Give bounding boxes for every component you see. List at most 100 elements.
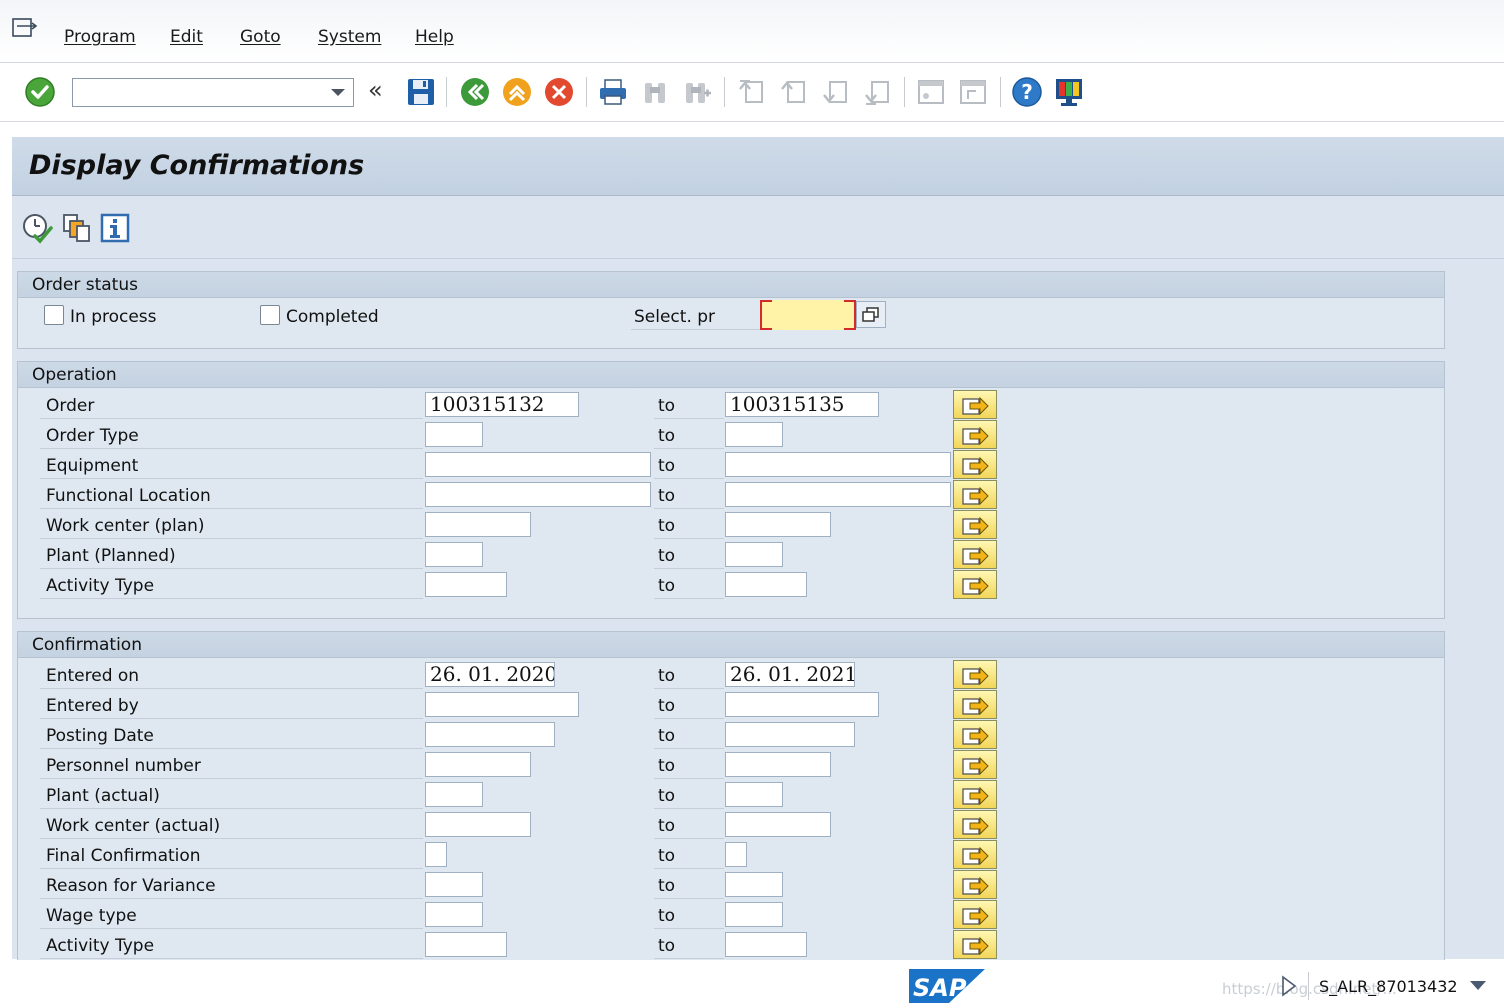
last-page-icon[interactable] xyxy=(860,75,894,109)
from-input[interactable] xyxy=(425,902,483,927)
first-page-icon[interactable] xyxy=(734,75,768,109)
back-icon[interactable] xyxy=(458,75,492,109)
menu-exit-icon[interactable] xyxy=(12,18,38,38)
from-input[interactable] xyxy=(425,452,651,477)
multiple-selection-button[interactable] xyxy=(953,540,997,569)
multiple-selection-button[interactable] xyxy=(953,840,997,869)
menu-system[interactable]: System xyxy=(318,27,381,47)
to-input[interactable] xyxy=(725,872,783,897)
to-input[interactable] xyxy=(725,512,831,537)
menu-goto[interactable]: Goto xyxy=(240,27,281,47)
multiple-selection-button[interactable] xyxy=(953,570,997,599)
to-input[interactable]: 100315135 xyxy=(725,392,879,417)
to-input[interactable] xyxy=(725,782,783,807)
from-input[interactable] xyxy=(425,872,483,897)
collapse-chevron-icon[interactable]: « xyxy=(368,76,383,104)
from-input[interactable] xyxy=(425,842,447,867)
selection-row: Functional Location to xyxy=(40,480,1190,510)
to-input[interactable] xyxy=(725,752,831,777)
execute-icon[interactable] xyxy=(20,211,54,245)
exit-icon[interactable] xyxy=(500,75,534,109)
multiple-selection-button[interactable] xyxy=(953,870,997,899)
completed-checkbox[interactable] xyxy=(260,305,280,325)
to-input[interactable] xyxy=(725,482,951,507)
in-process-checkbox[interactable] xyxy=(44,305,64,325)
from-input[interactable] xyxy=(425,752,531,777)
menu-help[interactable]: Help xyxy=(415,27,454,47)
from-input[interactable] xyxy=(425,782,483,807)
to-input[interactable] xyxy=(725,842,747,867)
from-input[interactable] xyxy=(425,482,651,507)
find-next-icon[interactable] xyxy=(680,75,714,109)
multiple-selection-button[interactable] xyxy=(953,690,997,719)
to-input[interactable] xyxy=(725,422,783,447)
create-session-icon[interactable] xyxy=(914,75,948,109)
row-label: Order xyxy=(46,396,95,416)
to-label: to xyxy=(658,516,676,536)
help-icon[interactable]: ? xyxy=(1010,75,1044,109)
toolbar-separator xyxy=(724,77,725,107)
multiple-selection-button[interactable] xyxy=(953,510,997,539)
cancel-icon[interactable] xyxy=(542,75,576,109)
menu-program[interactable]: Program xyxy=(64,27,136,47)
save-icon[interactable] xyxy=(404,75,438,109)
to-underline xyxy=(654,838,724,839)
multiple-selection-button[interactable] xyxy=(953,930,997,959)
to-underline xyxy=(654,508,724,509)
selection-row: Work center (plan) to xyxy=(40,510,1190,540)
from-input[interactable] xyxy=(425,512,531,537)
print-icon[interactable] xyxy=(596,75,630,109)
value-help-button[interactable] xyxy=(856,301,886,328)
enter-icon[interactable] xyxy=(23,75,57,109)
previous-page-icon[interactable] xyxy=(776,75,810,109)
to-input[interactable] xyxy=(725,812,831,837)
system-info-dropdown-icon[interactable] xyxy=(1470,981,1486,990)
program-documentation-icon[interactable] xyxy=(98,211,132,245)
multiple-selection-icon xyxy=(962,786,989,805)
multiple-selection-button[interactable] xyxy=(953,660,997,689)
command-field-dropdown-icon[interactable] xyxy=(331,89,345,96)
to-label: to xyxy=(658,666,676,686)
from-input[interactable]: 26. 01. 2020 xyxy=(425,662,555,687)
value-help-icon xyxy=(862,306,879,322)
sap-logo: SAP xyxy=(909,969,985,1003)
get-variant-icon[interactable] xyxy=(60,211,94,245)
next-page-icon[interactable] xyxy=(818,75,852,109)
find-icon[interactable] xyxy=(638,75,672,109)
to-input[interactable] xyxy=(725,722,855,747)
menu-edit[interactable]: Edit xyxy=(170,27,203,47)
to-underline xyxy=(654,448,724,449)
to-input[interactable]: 26. 01. 2021 xyxy=(725,662,855,687)
multiple-selection-button[interactable] xyxy=(953,420,997,449)
multiple-selection-button[interactable] xyxy=(953,750,997,779)
from-input[interactable] xyxy=(425,542,483,567)
to-input[interactable] xyxy=(725,932,807,957)
multiple-selection-button[interactable] xyxy=(953,450,997,479)
from-input[interactable] xyxy=(425,722,555,747)
multiple-selection-button[interactable] xyxy=(953,810,997,839)
customize-layout-icon[interactable] xyxy=(1052,75,1086,109)
shortcut-icon[interactable] xyxy=(956,75,990,109)
multiple-selection-button[interactable] xyxy=(953,720,997,749)
multiple-selection-button[interactable] xyxy=(953,390,997,419)
selection-row: Plant (actual) to xyxy=(40,780,1190,810)
to-input[interactable] xyxy=(725,542,783,567)
from-input[interactable] xyxy=(425,572,507,597)
from-input[interactable] xyxy=(425,932,507,957)
row-underline xyxy=(40,508,423,509)
selection-row: Activity Type to xyxy=(40,570,1190,600)
to-input[interactable] xyxy=(725,452,951,477)
from-input[interactable] xyxy=(425,812,531,837)
from-input[interactable] xyxy=(425,692,579,717)
command-field[interactable] xyxy=(72,78,354,107)
select-profile-field[interactable] xyxy=(760,300,856,330)
multiple-selection-button[interactable] xyxy=(953,780,997,809)
from-input[interactable] xyxy=(425,422,483,447)
multiple-selection-button[interactable] xyxy=(953,900,997,929)
multiple-selection-button[interactable] xyxy=(953,480,997,509)
to-input[interactable] xyxy=(725,572,807,597)
to-input[interactable] xyxy=(725,902,783,927)
to-input[interactable] xyxy=(725,692,879,717)
status-expand-icon[interactable] xyxy=(1280,975,1298,997)
from-input[interactable]: 100315132 xyxy=(425,392,579,417)
